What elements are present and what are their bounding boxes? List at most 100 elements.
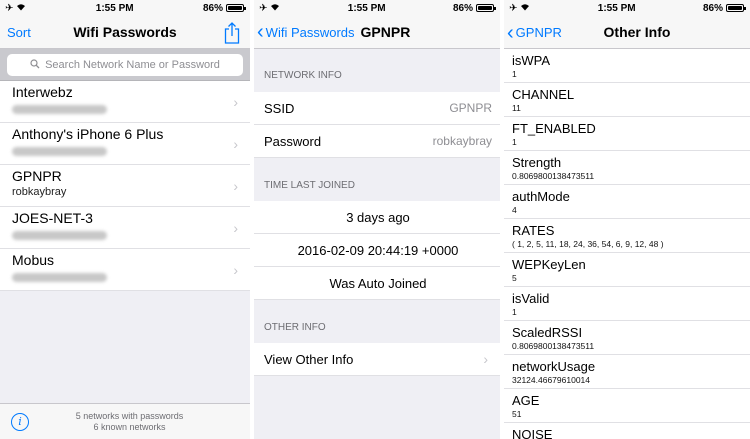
wifi-icon xyxy=(16,3,26,14)
back-button[interactable]: ‹ Wifi Passwords xyxy=(257,16,355,49)
password-value: robkaybray xyxy=(432,134,492,148)
network-name: GPNPR xyxy=(12,168,62,184)
status-time: 1:55 PM xyxy=(95,2,134,14)
list-item: isValid 1 xyxy=(504,287,750,321)
chevron-right-icon: › xyxy=(233,220,238,236)
search-placeholder: Search Network Name or Password xyxy=(45,59,220,71)
info-key: ScaledRSSI xyxy=(512,325,583,340)
network-row[interactable]: JOES-NET-3 › xyxy=(0,207,250,249)
sort-button[interactable]: Sort xyxy=(7,16,31,49)
info-key: AGE xyxy=(512,393,540,408)
list-item: ScaledRSSI 0.8069800138473511 xyxy=(504,321,750,355)
network-row[interactable]: Interwebz › xyxy=(0,81,250,123)
list-item: isWPA 1 xyxy=(504,49,750,83)
info-key: authMode xyxy=(512,189,570,204)
search-icon xyxy=(30,58,40,72)
info-value: 51 xyxy=(512,409,522,419)
battery-percent: 86% xyxy=(702,2,723,14)
info-key: networkUsage xyxy=(512,359,596,374)
list-item: FT_ENABLED 1 xyxy=(504,117,750,151)
section-header: NETWORK INFO xyxy=(264,70,342,81)
network-list: Interwebz › Anthony's iPhone 6 Plus › GP… xyxy=(0,81,250,291)
time-ago: 3 days ago xyxy=(346,209,410,225)
back-label: Wifi Passwords xyxy=(265,24,355,40)
list-item: authMode 4 xyxy=(504,185,750,219)
info-value: 1 xyxy=(512,137,517,147)
list-item: networkUsage 32124.46679610014 xyxy=(504,355,750,389)
status-time: 1:55 PM xyxy=(597,2,636,14)
battery-icon xyxy=(475,4,496,12)
wifi-icon xyxy=(270,3,280,14)
network-row[interactable]: GPNPR robkaybray › xyxy=(0,165,250,207)
wifi-icon xyxy=(520,3,530,14)
info-value: 4 xyxy=(512,205,517,215)
section-header: OTHER INFO xyxy=(264,322,326,333)
info-value: 32124.46679610014 xyxy=(512,375,590,385)
view-other-info-label: View Other Info xyxy=(264,351,354,367)
info-value: 1 xyxy=(512,69,517,79)
nav-bar: Sort Wifi Passwords xyxy=(0,16,250,49)
time-ago-row: 3 days ago xyxy=(254,201,500,234)
ssid-label: SSID xyxy=(264,100,295,116)
network-detail-screen: ✈ 1:55 PM 86% ‹ Wifi Passwords GPNPR NET… xyxy=(250,0,500,439)
info-key: Strength xyxy=(512,155,562,170)
chevron-left-icon: ‹ xyxy=(257,21,264,43)
info-key: FT_ENABLED xyxy=(512,121,596,136)
list-item: Strength 0.8069800138473511 xyxy=(504,151,750,185)
password-row[interactable]: Password robkaybray xyxy=(254,125,500,158)
network-row[interactable]: Anthony's iPhone 6 Plus › xyxy=(0,123,250,165)
password-label: Password xyxy=(264,133,322,149)
info-key: isValid xyxy=(512,291,550,306)
nav-bar: ‹ GPNPR Other Info xyxy=(504,16,750,49)
info-value: 0.8069800138473511 xyxy=(512,341,595,351)
airplane-icon: ✈ xyxy=(509,2,518,14)
auto-joined-row: Was Auto Joined xyxy=(254,267,500,300)
chevron-right-icon: › xyxy=(233,136,238,152)
battery-icon xyxy=(225,4,246,12)
share-icon[interactable] xyxy=(224,22,240,49)
other-info-list: isWPA 1 CHANNEL 11 FT_ENABLED 1 Strength 0.8… xyxy=(504,49,750,439)
ssid-value: GPNPR xyxy=(449,101,492,115)
chevron-right-icon: › xyxy=(233,94,238,110)
info-key: CHANNEL xyxy=(512,87,575,102)
network-row[interactable]: Mobus › xyxy=(0,249,250,291)
view-other-info-row[interactable]: View Other Info › xyxy=(254,343,500,376)
page-title: GPNPR xyxy=(360,24,411,40)
back-button[interactable]: ‹ GPNPR xyxy=(507,16,562,49)
info-value: 0.8069800138473511 xyxy=(512,171,595,181)
list-item: AGE 51 xyxy=(504,389,750,423)
chevron-right-icon: › xyxy=(233,262,238,278)
info-icon[interactable]: i xyxy=(11,412,29,431)
info-value: 11 xyxy=(512,103,521,113)
network-count: 5 networks with passwords 6 known networ… xyxy=(29,411,250,433)
battery-icon xyxy=(725,4,746,12)
hidden-password xyxy=(12,273,107,282)
search-bar: Search Network Name or Password xyxy=(0,49,250,81)
auto-joined: Was Auto Joined xyxy=(329,275,427,291)
back-label: GPNPR xyxy=(515,25,562,40)
info-key: isWPA xyxy=(512,53,551,68)
page-title: Other Info xyxy=(603,24,671,40)
timestamp: 2016-02-09 20:44:19 +0000 xyxy=(297,242,459,258)
status-time: 1:55 PM xyxy=(347,2,386,14)
network-name: Interwebz xyxy=(12,84,73,100)
wifi-passwords-screen: ✈ 1:55 PM 86% Sort Wifi Passwords Search… xyxy=(0,0,250,439)
list-item: CHANNEL 11 xyxy=(504,83,750,117)
timestamp-row: 2016-02-09 20:44:19 +0000 xyxy=(254,234,500,267)
status-bar: ✈ 1:55 PM 86% xyxy=(254,0,500,16)
search-input[interactable]: Search Network Name or Password xyxy=(7,54,243,76)
battery-percent: 86% xyxy=(452,2,473,14)
info-key: RATES xyxy=(512,223,555,238)
ssid-row[interactable]: SSID GPNPR xyxy=(254,92,500,125)
page-title: Wifi Passwords xyxy=(73,24,177,40)
list-item: NOISE xyxy=(504,423,750,439)
airplane-icon: ✈ xyxy=(5,2,14,14)
hidden-password xyxy=(12,147,107,156)
airplane-icon: ✈ xyxy=(259,2,268,14)
passwords-count: 5 networks with passwords xyxy=(75,410,184,421)
screenshot-collage: ✈ 1:55 PM 86% Sort Wifi Passwords Search… xyxy=(0,0,750,439)
chevron-left-icon: ‹ xyxy=(507,21,514,44)
status-bar: ✈ 1:55 PM 86% xyxy=(0,0,250,16)
nav-bar: ‹ Wifi Passwords GPNPR xyxy=(254,16,500,49)
list-item: RATES( 1, 2, 5, 11, 18, 24, 36, 54, 6, 9… xyxy=(504,219,750,253)
